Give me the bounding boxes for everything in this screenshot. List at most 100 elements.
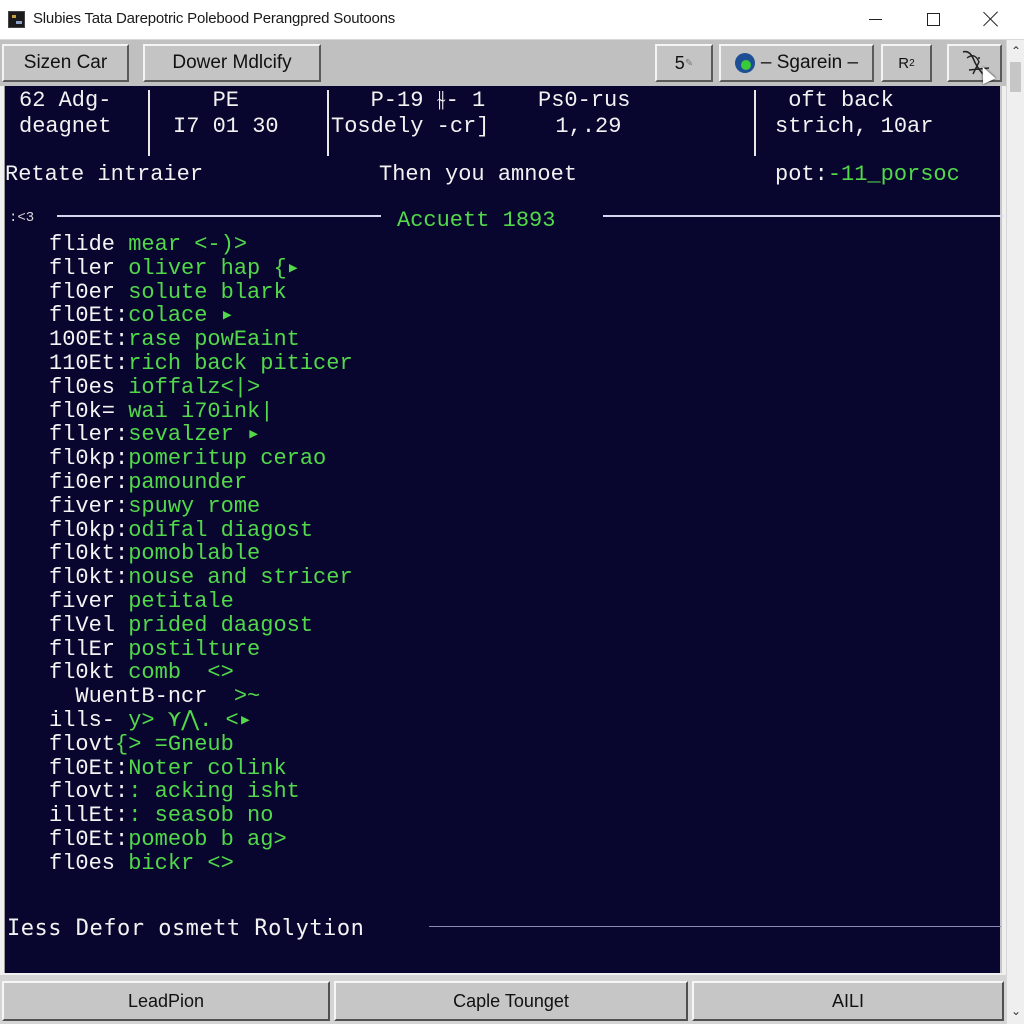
entry-value: >~ <box>233 684 261 710</box>
dower-modify-button[interactable]: Dower Mdlcify <box>143 44 321 82</box>
sgarein-button[interactable]: – Sgarein – <box>719 44 874 82</box>
entry-key: 100Et: <box>49 327 129 353</box>
section-title: Accuett 1893 <box>397 208 556 233</box>
footer-status: Iess Defor osmett Rolytion <box>7 916 365 941</box>
list-item: fllEr postilture <box>49 636 353 662</box>
section-prefix: :<3 <box>9 210 35 226</box>
entry-value: rich back piticer <box>128 350 353 376</box>
pencil-icon: ✎ <box>684 57 694 69</box>
entry-key: fl0kt: <box>49 541 129 567</box>
list-item: fl0Et:pomeob b ag> <box>49 828 353 852</box>
dower-modify-label: Dower Mdlcify <box>172 52 292 73</box>
list-item: fl0er solute blark <box>49 279 353 305</box>
r2-button[interactable]: R2 <box>881 44 932 82</box>
sgarein-label: – Sgarein – <box>760 52 859 73</box>
info-right-value: -11_porsoc <box>827 162 960 187</box>
entry-value: wai i70ink| <box>128 398 274 424</box>
list-item: flovt:: acking isht <box>49 780 353 804</box>
entry-value: comb <> <box>128 660 234 686</box>
close-button[interactable] <box>962 0 1020 38</box>
scroll-up-arrow-icon[interactable]: ⌃ <box>1007 42 1024 60</box>
scroll-thumb[interactable] <box>1010 62 1021 92</box>
header-cell-1: 62 Adg- deagnet <box>19 88 112 139</box>
caple-tounget-button[interactable]: Caple Tounget <box>334 981 688 1021</box>
leadpion-label: LeadPion <box>127 990 205 1011</box>
entry-value: : seasob no <box>128 803 274 829</box>
sizen-car-button[interactable]: Sizen Car <box>2 44 129 82</box>
entry-value: mear <-)> <box>128 232 248 257</box>
list-item: illEt:: seasob no <box>49 804 353 828</box>
entry-value: bickr <> <box>128 850 234 876</box>
info-right: pot:-11_porsoc <box>775 162 960 187</box>
list-item: fller oliver hap {▸ <box>49 255 353 281</box>
bottom-bar: LeadPion Caple Tounget AILI <box>0 975 1006 1024</box>
entry-value: rase powEaint <box>128 327 300 353</box>
list-item: fl0kp:odifal diagost <box>49 517 353 543</box>
title-bar: Slubies Tata Darepotric Polebood Perangp… <box>0 0 1024 40</box>
entry-value: oliver hap {▸ <box>128 255 300 281</box>
entry-value: {> =Gneub <box>115 731 234 757</box>
entry-key: flovt: <box>49 779 129 805</box>
leadpion-button[interactable]: LeadPion <box>2 981 330 1021</box>
entry-key: 110Et: <box>49 350 129 376</box>
list-item: fl0kt:nouse and stricer <box>49 566 353 590</box>
list-item: 110Et:rich back piticer <box>49 352 353 376</box>
entry-value: pomeritup cerao <box>128 446 327 472</box>
list-item: fiver petitale <box>49 590 353 614</box>
footer-divider <box>429 926 1001 927</box>
sizen-car-label: Sizen Car <box>23 52 108 73</box>
entry-value: petitale <box>128 588 234 614</box>
entry-key: fi0er: <box>49 469 129 495</box>
entry-value: pomoblable <box>128 541 261 567</box>
entry-value: odifal diagost <box>128 517 314 543</box>
entry-key: fller: <box>49 422 129 448</box>
entry-value: spuwy rome <box>128 493 261 519</box>
gear-icon <box>734 53 755 73</box>
list-item: fl0k= wai i70ink| <box>49 398 353 424</box>
entry-value: pomeob b ag> <box>128 826 287 852</box>
entry-key: fl0es <box>49 374 129 400</box>
entry-key: illEt: <box>49 803 129 829</box>
entry-key: fller <box>49 255 129 281</box>
list-item: flVel prided daagost <box>49 612 353 638</box>
list-item: fl0es ioffalz<|> <box>49 374 353 400</box>
entry-value: solute blark <box>128 279 287 305</box>
list-item: flovt{> =Gneub <box>49 731 353 757</box>
list-item: fi0er:pamounder <box>49 471 353 495</box>
list-item: fl0Et:Noter colink <box>49 756 353 781</box>
terminal-view: 62 Adg- deagnet PE I7 01 30 P-19 ⫳- 1 Ps… <box>4 86 1003 973</box>
info-left: Retate intraier <box>5 162 204 187</box>
header-separator <box>754 90 756 156</box>
entry-key: fl0er <box>49 279 129 305</box>
list-item: fl0kp:pomeritup cerao <box>49 447 353 471</box>
entry-value: postilture <box>128 636 261 662</box>
maximize-button[interactable] <box>904 0 962 38</box>
list-item: fiver:spuwy rome <box>49 493 353 519</box>
five-button[interactable]: 5 ✎ <box>655 44 713 82</box>
info-middle: Then you amnoet <box>379 162 578 187</box>
entry-value: colace ▸ <box>128 303 234 329</box>
entry-key: fl0kp: <box>49 517 129 543</box>
entry-key: flVel <box>49 612 129 638</box>
r2-label: R <box>898 54 910 72</box>
scroll-down-arrow-icon[interactable]: ⌄ <box>1007 1002 1024 1020</box>
entry-value: sevalzer ▸ <box>128 422 261 448</box>
list-item: 100Et:rase powEaint <box>49 328 353 352</box>
entry-key: fiver: <box>49 493 129 519</box>
aili-button[interactable]: AILI <box>692 981 1004 1021</box>
header-cell-3: P-19 ⫳- 1 Ps0-rus Tosdely -cr] 1,.29 <box>331 88 631 139</box>
minimize-button[interactable] <box>846 0 904 38</box>
list-item: fller:sevalzer ▸ <box>49 423 353 447</box>
entry-key: fl0Et: <box>49 303 129 329</box>
list-item: WuentB-ncr >~ <box>49 685 353 709</box>
five-label: 5 <box>674 52 685 73</box>
entry-key: fl0k= <box>49 398 129 424</box>
entry-key: fl0kp: <box>49 446 129 472</box>
close-icon <box>983 11 999 27</box>
entry-key: WuentB-ncr <box>49 684 234 710</box>
window-title: Slubies Tata Darepotric Polebood Perangp… <box>33 10 396 27</box>
aili-label: AILI <box>831 990 865 1011</box>
vertical-scrollbar[interactable]: ⌃ ⌄ <box>1006 40 1024 1024</box>
entry-value: pamounder <box>128 469 248 495</box>
entry-value: ioffalz<|> <box>128 374 261 400</box>
